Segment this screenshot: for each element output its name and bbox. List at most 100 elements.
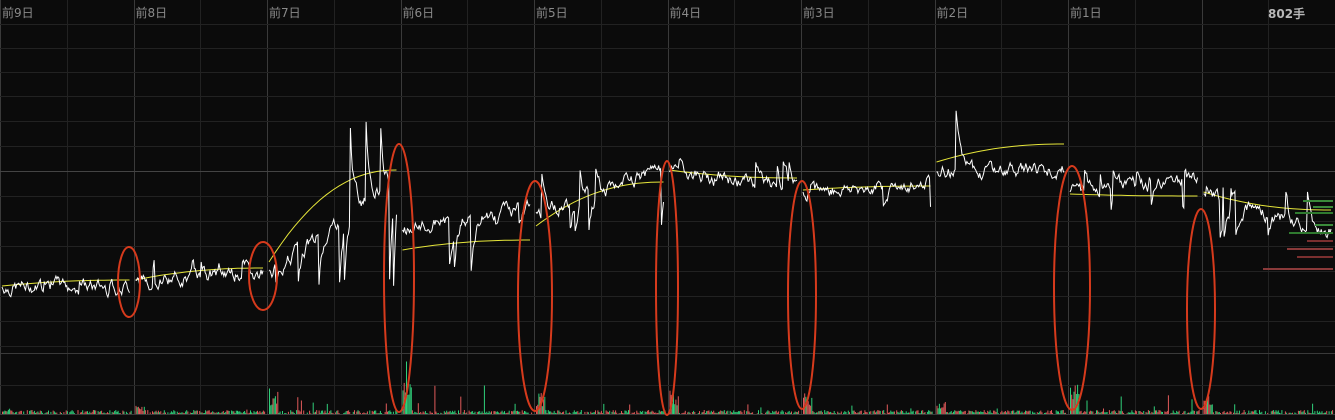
volume-bar — [954, 410, 956, 414]
volume-bar — [437, 413, 439, 414]
volume-bar — [1084, 411, 1086, 414]
volume-bar — [775, 410, 777, 414]
volume-bar — [1008, 411, 1010, 414]
volume-bar — [241, 413, 243, 414]
volume-bar — [587, 412, 589, 414]
depth-bar-7 — [1297, 256, 1333, 258]
volume-bar — [500, 411, 502, 414]
volume-bar — [936, 405, 938, 414]
volume-bar — [1049, 411, 1051, 414]
volume-bar — [392, 411, 394, 414]
volume-bar — [1305, 412, 1306, 414]
volume-bar — [884, 413, 886, 414]
volume-bar — [572, 412, 574, 414]
volume-bar — [507, 412, 509, 414]
volume-bar — [352, 411, 354, 414]
volume-bar — [1267, 412, 1269, 414]
volume-bar — [473, 413, 475, 414]
volume-bar — [1040, 410, 1042, 414]
volume-bar — [97, 411, 99, 414]
volume-bar — [1248, 410, 1250, 414]
volume-bar — [1254, 410, 1256, 414]
volume-bar — [1292, 412, 1293, 414]
volume-bar — [813, 412, 815, 414]
volume-bar — [1079, 411, 1081, 414]
volume-bar — [659, 411, 661, 414]
volume-bar — [1077, 384, 1079, 414]
volume-bar — [817, 412, 819, 414]
volume-bar — [1167, 395, 1169, 414]
volume-bar — [748, 411, 750, 414]
volume-bar — [769, 412, 771, 414]
volume-bar — [1220, 413, 1221, 414]
volume-bar — [701, 412, 703, 414]
volume-bar — [372, 411, 374, 414]
volume-bar — [162, 412, 164, 414]
volume-bar — [804, 393, 806, 414]
volume-bar — [220, 413, 222, 414]
volume-bar — [774, 411, 776, 414]
volume-bar — [407, 394, 409, 414]
volume-bar — [515, 411, 517, 414]
volume-bar — [710, 410, 712, 414]
volume-bar — [1090, 410, 1092, 414]
volume-bar — [684, 410, 686, 414]
volume-bar — [778, 411, 780, 414]
volume-bar — [786, 413, 788, 414]
volume-bar — [1131, 410, 1133, 414]
volume-bar — [56, 412, 58, 414]
volume-bar — [609, 410, 611, 414]
volume-bar — [853, 410, 855, 414]
volume-bar — [193, 410, 195, 414]
depth-bar-3 — [1315, 224, 1333, 226]
volume-bar — [1032, 411, 1034, 414]
volume-bar — [87, 411, 88, 414]
volume-bar — [450, 412, 452, 414]
volume-bar — [930, 411, 932, 414]
volume-bar — [720, 410, 722, 414]
intraday-chart[interactable]: 前9日 前8日 前7日 前6日 前5日 前4日 前3日 前2日 前1日 802手 — [0, 0, 1335, 420]
volume-bar — [603, 403, 605, 414]
volume-bar — [322, 410, 324, 414]
volume-bar — [1160, 411, 1162, 414]
volume-bar — [1322, 413, 1324, 414]
volume-bar — [924, 412, 926, 414]
volume-bar — [414, 411, 416, 414]
volume-bar — [270, 405, 272, 414]
volume-bar — [788, 410, 790, 414]
volume-bar — [1250, 411, 1252, 414]
volume-bar — [569, 412, 570, 414]
volume-bar — [274, 396, 276, 414]
volume-bar — [52, 410, 54, 414]
volume-bar — [1092, 411, 1094, 414]
volume-bar — [949, 412, 951, 414]
volume-bar — [1295, 413, 1297, 414]
volume-bar — [1190, 411, 1192, 414]
volume-bar — [750, 412, 752, 414]
volume-bar — [6, 411, 8, 414]
volume-bar — [495, 411, 497, 414]
volume-bar — [155, 410, 157, 414]
volume-bar — [1247, 413, 1249, 414]
volume-bar — [1297, 410, 1299, 414]
volume-bar — [239, 411, 241, 414]
volume-bar — [650, 411, 652, 414]
volume-bar — [873, 410, 875, 414]
volume-bar — [115, 410, 117, 414]
volume-bar — [481, 411, 483, 414]
volume-bar — [1127, 412, 1129, 414]
volume-bar — [337, 410, 339, 414]
volume-bar — [170, 411, 172, 414]
volume-bar — [129, 412, 131, 414]
volume-bar — [61, 413, 62, 414]
volume-bar — [905, 411, 907, 414]
day-label-4: 前5日 — [536, 5, 568, 20]
volume-bar — [460, 396, 462, 414]
volume-bar — [636, 410, 638, 414]
volume-bar — [795, 411, 797, 414]
volume-bar — [180, 412, 182, 414]
day-labels: 前9日 前8日 前7日 前6日 前5日 前4日 前3日 前2日 前1日 — [2, 5, 1102, 20]
volume-bar — [600, 410, 602, 414]
volume-bar — [541, 406, 543, 414]
volume-bar — [776, 412, 778, 414]
